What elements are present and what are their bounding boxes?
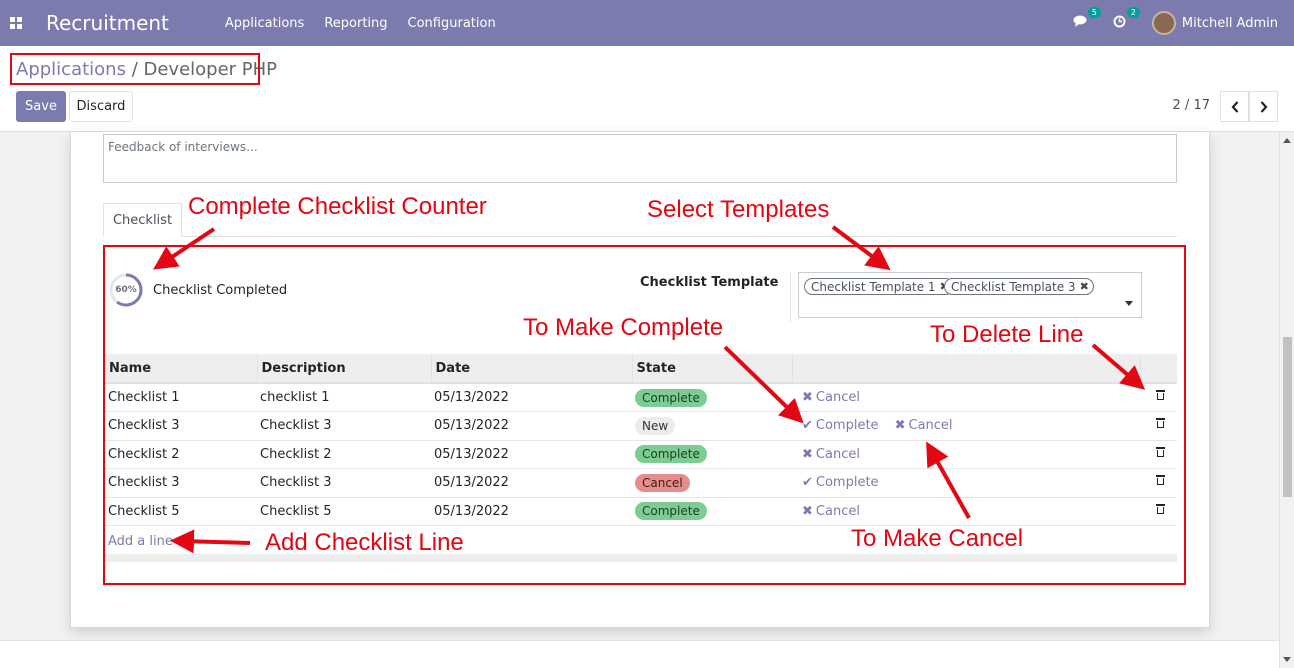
user-avatar[interactable] [1151,11,1176,35]
chatter-strip [0,640,1279,668]
apps-menu-icon[interactable] [10,17,22,29]
scroll-up-arrow-icon[interactable] [1283,138,1291,143]
menu-applications[interactable]: Applications [225,16,304,31]
annotation-counter: Complete Checklist Counter [188,193,487,220]
annotation-make-cancel: To Make Cancel [851,525,1024,552]
top-navbar: Recruitment Applications Reporting Confi… [0,0,1294,46]
annotation-breadcrumb-box [10,53,260,85]
user-menu[interactable]: Mitchell Admin [1182,16,1278,31]
annotation-delete-line: To Delete Line [930,321,1084,348]
messages-icon[interactable]: 5 [1073,7,1101,31]
menu-reporting[interactable]: Reporting [324,16,387,31]
pager-previous-button[interactable] [1220,91,1249,122]
pager-next-button[interactable] [1249,91,1278,122]
menu-configuration[interactable]: Configuration [408,16,496,31]
chevron-right-icon [1260,100,1267,113]
discard-button[interactable]: Discard [69,91,133,122]
activities-icon[interactable]: 2 [1113,6,1140,32]
chevron-left-icon [1231,100,1238,113]
app-brand[interactable]: Recruitment [46,11,169,35]
messages-badge: 5 [1087,7,1101,18]
scroll-thumb[interactable] [1283,337,1292,497]
annotation-templates: Select Templates [647,196,830,223]
save-button[interactable]: Save [16,91,66,122]
pager-value[interactable]: 2 / 17 [1173,98,1210,113]
scroll-down-arrow-icon[interactable] [1283,657,1291,662]
activities-badge: 2 [1126,6,1140,18]
annotation-add-line: Add Checklist Line [265,529,464,556]
tab-checklist[interactable]: Checklist [103,203,182,237]
annotation-make-complete: To Make Complete [523,314,724,341]
feedback-input[interactable]: Feedback of interviews... [103,134,1177,183]
page-scrollbar[interactable] [1279,132,1294,668]
